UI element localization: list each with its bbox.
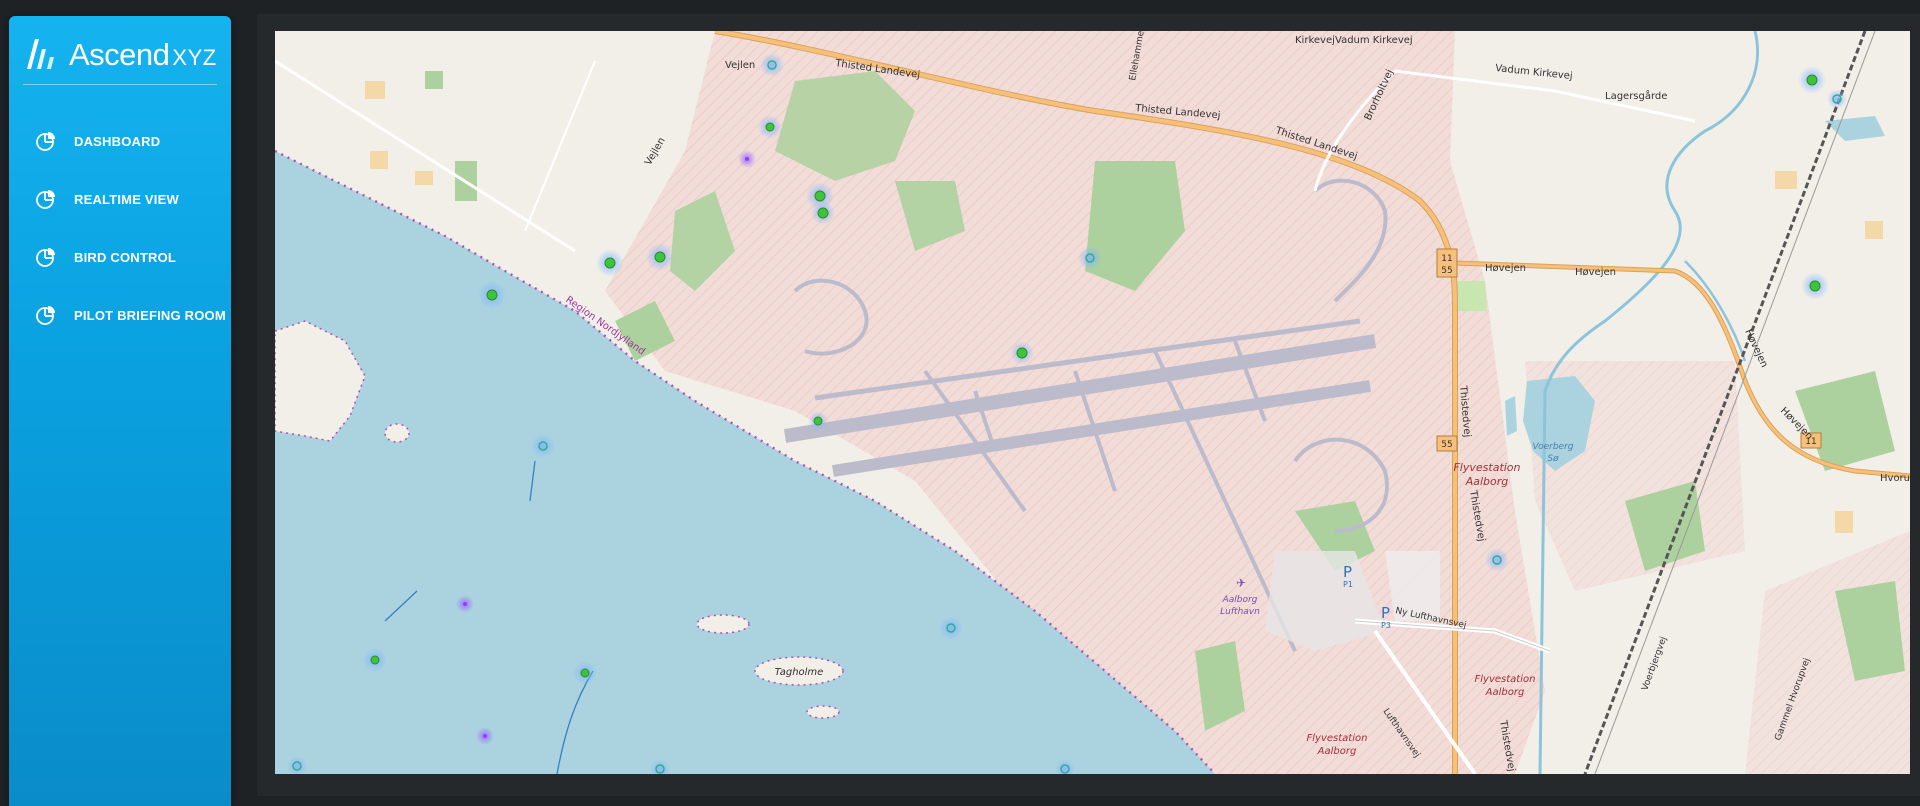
field bbox=[415, 171, 433, 185]
bird-marker[interactable] bbox=[476, 727, 494, 745]
map-label: Tagholme bbox=[775, 667, 824, 678]
islet bbox=[384, 423, 410, 443]
field bbox=[370, 151, 388, 169]
bird-marker[interactable] bbox=[1798, 66, 1826, 94]
bird-marker[interactable] bbox=[1801, 272, 1829, 300]
svg-text:55: 55 bbox=[1441, 266, 1452, 276]
map-label: Vejlen bbox=[725, 60, 755, 71]
map-label: Aalborg bbox=[1317, 746, 1357, 757]
map-label: Høvejen bbox=[1485, 263, 1526, 274]
sidebar-item-label: REALTIME VIEW bbox=[74, 191, 179, 207]
bird-marker[interactable] bbox=[456, 595, 474, 613]
bird-marker[interactable] bbox=[939, 616, 963, 640]
sidebar-item-bird-control[interactable]: BIRD CONTROL bbox=[9, 228, 231, 286]
sidebar-item-realtime-view[interactable]: REALTIME VIEW bbox=[9, 170, 231, 228]
map-label: Aalborg bbox=[1222, 595, 1258, 605]
bird-marker[interactable] bbox=[596, 249, 624, 277]
map-label: Aalborg bbox=[1465, 475, 1509, 488]
field bbox=[365, 81, 385, 99]
map-label: Kirkevej bbox=[1295, 35, 1335, 46]
bird-marker[interactable] bbox=[738, 150, 756, 168]
bird-marker[interactable] bbox=[1485, 548, 1509, 572]
route-shield-11-55: 11 55 bbox=[1436, 248, 1458, 278]
pie-chart-icon bbox=[36, 132, 55, 151]
bird-marker[interactable] bbox=[760, 53, 784, 77]
sidebar-nav: DASHBOARD REALTIME VIEW BIRD CONTROL PIL… bbox=[9, 112, 231, 344]
sidebar-item-pilot-briefing-room[interactable]: PILOT BRIEFING ROOM bbox=[9, 286, 231, 344]
bird-marker[interactable] bbox=[363, 648, 387, 672]
bird-marker[interactable] bbox=[573, 661, 597, 685]
bird-marker[interactable] bbox=[808, 411, 828, 431]
svg-text:11: 11 bbox=[1441, 254, 1452, 264]
sidebar-item-label: DASHBOARD bbox=[74, 133, 161, 149]
field bbox=[1775, 171, 1797, 189]
bird-marker[interactable] bbox=[811, 201, 835, 225]
map-label: Aalborg bbox=[1485, 687, 1525, 698]
brand-divider bbox=[23, 84, 217, 85]
field bbox=[1865, 221, 1883, 239]
field bbox=[1455, 281, 1487, 311]
bird-marker[interactable] bbox=[758, 115, 782, 139]
sidebar-item-dashboard[interactable]: DASHBOARD bbox=[9, 112, 231, 170]
map-canvas[interactable]: 11 55 55 11 Vejlen Vejlen Thisted Landev… bbox=[275, 31, 1910, 774]
parking-icon[interactable]: P bbox=[1381, 604, 1390, 622]
bird-marker[interactable] bbox=[531, 434, 555, 458]
pie-chart-icon bbox=[36, 306, 55, 325]
islet bbox=[806, 705, 840, 719]
bird-marker[interactable] bbox=[1827, 89, 1847, 109]
pie-chart-icon bbox=[36, 248, 55, 267]
brand-name: Ascend bbox=[69, 37, 170, 72]
islet bbox=[696, 614, 750, 634]
parking-icon[interactable]: P bbox=[1343, 563, 1352, 581]
bird-marker[interactable] bbox=[1078, 246, 1102, 270]
pie-chart-icon bbox=[36, 190, 55, 209]
brand-suffix: XYZ bbox=[172, 45, 217, 70]
sidebar-item-label: PILOT BRIEFING ROOM bbox=[74, 307, 226, 323]
sidebar: Ascend XYZ DASHBOARD REALTIME VIEW BIRD … bbox=[9, 16, 231, 806]
map-label: Hvorup bbox=[1880, 473, 1910, 484]
bird-marker[interactable] bbox=[646, 243, 674, 271]
route-shield-55: 55 bbox=[1436, 435, 1458, 452]
map-label: Flyvestation bbox=[1453, 461, 1520, 474]
airport-icon: ✈ bbox=[1236, 576, 1246, 590]
map-label: P1 bbox=[1343, 580, 1353, 589]
bird-marker[interactable] bbox=[1010, 341, 1034, 365]
ascend-logo-icon bbox=[27, 39, 54, 69]
field bbox=[1835, 511, 1853, 533]
map-label: Flyvestation bbox=[1475, 674, 1536, 685]
map-viewport[interactable]: 11 55 55 11 Vejlen Vejlen Thisted Landev… bbox=[275, 31, 1910, 774]
field bbox=[425, 71, 443, 89]
map-label: Vadum Kirkevej bbox=[1335, 35, 1413, 46]
map-label: Sø bbox=[1547, 454, 1559, 464]
bird-marker[interactable] bbox=[478, 281, 506, 309]
sidebar-item-label: BIRD CONTROL bbox=[74, 249, 177, 265]
svg-text:55: 55 bbox=[1441, 440, 1452, 450]
map-label: Lufthavn bbox=[1220, 607, 1260, 617]
map-label: Lagersgårde bbox=[1605, 89, 1667, 102]
map-label: P3 bbox=[1381, 621, 1391, 630]
map-label: Flyvestation bbox=[1307, 733, 1368, 744]
brand-logo[interactable]: Ascend XYZ bbox=[23, 30, 217, 80]
map-label: Voerberg bbox=[1532, 442, 1573, 452]
pond bbox=[1505, 396, 1517, 436]
map-label: Høvejen bbox=[1575, 267, 1616, 278]
